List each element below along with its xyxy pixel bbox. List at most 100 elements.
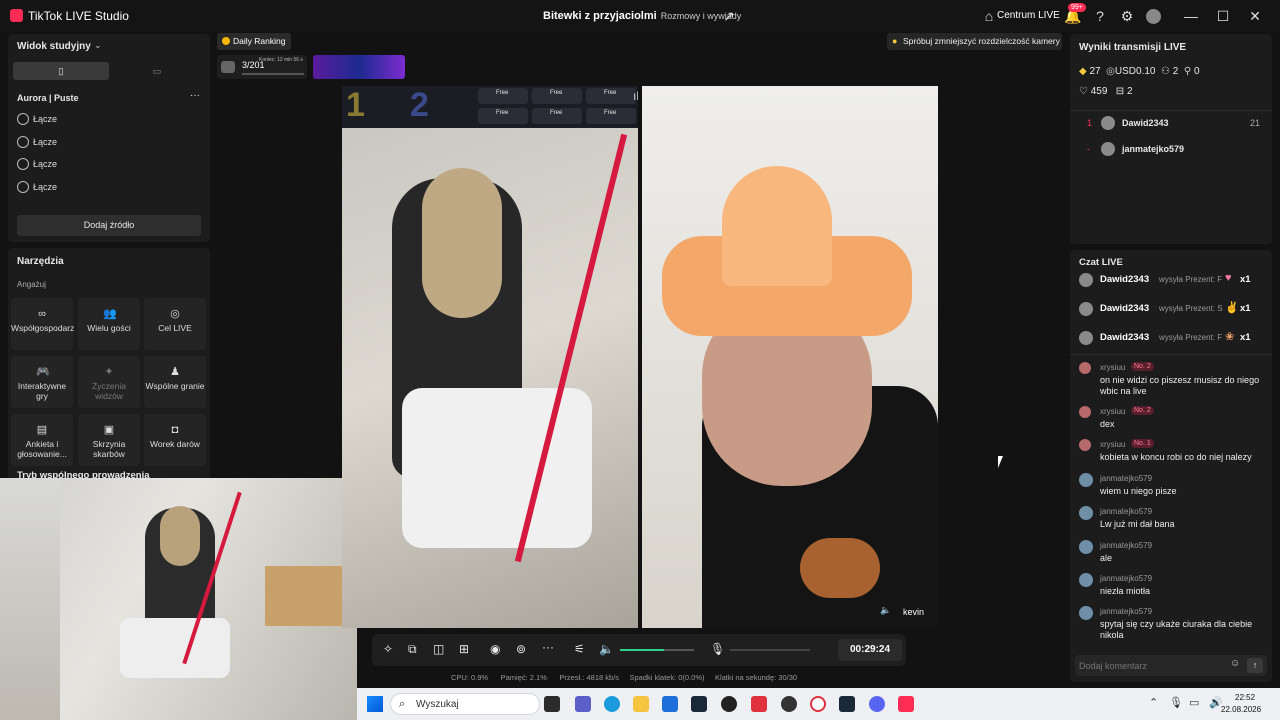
app-icon[interactable] [751, 696, 767, 712]
daily-ranking-button[interactable]: Daily Ranking [217, 33, 291, 50]
wishes-tool[interactable]: ✦ Życzenia widzów [78, 356, 140, 408]
free-slot[interactable]: Free [478, 108, 528, 124]
user-play-icon: ♟ [170, 366, 180, 378]
tiktok-icon[interactable] [898, 696, 914, 712]
send-button[interactable]: ↑ [1247, 658, 1263, 673]
chat-text: Lw już mi dał bana [1100, 519, 1175, 529]
scene-selector[interactable]: Aurora | Puste [17, 93, 79, 103]
clock[interactable]: 22:52 [1235, 693, 1255, 702]
more-icon[interactable]: ··· [542, 640, 554, 654]
live-center-button[interactable]: Centrum LIVE [997, 10, 1060, 21]
app-icon[interactable] [781, 696, 797, 712]
microphone-icon[interactable]: 🎙 [1169, 696, 1183, 709]
steam-icon[interactable] [691, 696, 707, 712]
free-slot[interactable]: Free [586, 88, 636, 104]
speaker-icon[interactable]: 🔈 [599, 642, 614, 656]
games-tool[interactable]: 🎮 Interaktywne gry [11, 356, 73, 408]
chat-text: niezła miotła [1100, 586, 1151, 596]
tool-label: Ankieta i głosowanie... [17, 439, 67, 459]
teams-icon[interactable] [575, 696, 591, 712]
home-icon[interactable]: ⌂ [980, 7, 998, 25]
free-slot[interactable]: Free [586, 108, 636, 124]
magic-wand-icon[interactable]: ✧ [383, 642, 393, 656]
treasure-tool[interactable]: ▣ Skrzynia skarbów [78, 414, 140, 466]
live-goal-tool[interactable]: ◎ Cel LIVE [144, 298, 206, 350]
stabilize-icon[interactable]: ⊚ [516, 642, 526, 656]
bag-icon: ◘ [171, 424, 179, 436]
landscape-tab[interactable]: ▭ [109, 62, 205, 80]
free-label: Free [550, 110, 563, 116]
stream-title[interactable]: Bitewki z przyjaciolmi Rozmowy i wywiady [543, 10, 741, 22]
speaker-icon[interactable]: 🔈 [880, 605, 891, 616]
co-play-tool[interactable]: ♟ Wspólne granie [144, 356, 206, 408]
viewers-icon: ⚇ [1161, 66, 1171, 77]
chevron-down-icon[interactable]: ⌄ [94, 40, 102, 51]
chat-text: kobieta w koncu robi co do niej nalezy [1100, 452, 1252, 462]
portrait-tab[interactable]: ▯ [13, 62, 109, 80]
hint-banner[interactable]: ● Spróbuj zmniejszyć rozdzielczość kamer… [887, 33, 1062, 50]
store-icon[interactable] [662, 696, 678, 712]
search-placeholder: Wyszukaj [416, 699, 459, 710]
ranking-row[interactable]: 1 Dawid2343 21 [1087, 116, 1267, 132]
task-view-icon[interactable] [544, 696, 560, 712]
free-slot[interactable]: Free [478, 88, 528, 104]
share-icon[interactable]: ↗ [720, 7, 738, 25]
app-icon[interactable] [721, 696, 737, 712]
volume-slider[interactable] [620, 649, 694, 651]
gear-icon[interactable]: ⚙ [1118, 7, 1136, 25]
network-icon[interactable]: ▭ [1189, 696, 1199, 709]
rank-widget[interactable]: 3/201 Koniec: 12 min 56 s [217, 55, 307, 79]
maximize-icon[interactable]: ☐ [1214, 7, 1232, 25]
more-icon[interactable]: ··· [190, 90, 200, 101]
microphone-icon[interactable]: 🎙 [710, 642, 725, 656]
multi-guest-tool[interactable]: 👥 Wielu gości [78, 298, 140, 350]
hair-shape [160, 506, 200, 566]
gift-message: Dawid2343 wysyła Prezent: F ♥ x1 [1079, 272, 1269, 287]
cpu-stat: CPU: 0.9% [451, 673, 489, 682]
discord-icon[interactable] [869, 696, 885, 712]
taskbar-search[interactable]: ⌕ Wyszukaj [390, 693, 540, 715]
record-icon[interactable]: ◉ [490, 642, 500, 656]
avatar [1079, 606, 1093, 620]
chat-text: spytaj się czy ukaże ciuraka dla ciebie … [1100, 619, 1253, 640]
windows-start-icon[interactable] [367, 696, 383, 712]
rank-badge: No. 1 [1131, 439, 1154, 448]
event-banner[interactable] [313, 55, 405, 79]
tool-label: Wielu gości [87, 323, 131, 333]
view-selector[interactable]: Widok studyjny [17, 41, 91, 52]
camera-icon[interactable]: ◫ [433, 642, 444, 656]
opera-icon[interactable] [810, 696, 826, 712]
add-source-button[interactable]: Dodaj źródło [17, 215, 201, 236]
settings-sliders-icon[interactable]: ⚟ [574, 642, 585, 656]
steam-icon[interactable] [839, 696, 855, 712]
cohost-tool[interactable]: ∞ Współgospodarz [11, 298, 74, 350]
chevron-up-icon[interactable]: ⌃ [1149, 696, 1158, 709]
emoji-icon[interactable]: ☺ [1230, 658, 1240, 669]
gift-bag-tool[interactable]: ◘ Worek darów [144, 414, 206, 466]
poll-tool[interactable]: ▤ Ankieta i głosowanie... [11, 414, 73, 466]
left-video [342, 128, 638, 628]
source-label: Łącze [33, 182, 58, 192]
free-slot[interactable]: Free [532, 88, 582, 104]
avatar [1079, 439, 1091, 451]
search-icon: ⌕ [399, 698, 406, 710]
avatar [1079, 362, 1091, 374]
folder-icon[interactable] [633, 696, 649, 712]
minimize-icon[interactable]: — [1182, 7, 1200, 25]
add-scene-icon[interactable]: ⊞ [459, 642, 469, 656]
free-slot[interactable]: Free [532, 108, 582, 124]
bitrate-stat: Przesł.: 4818 kb/s [559, 673, 620, 682]
comment-input[interactable] [1079, 657, 1224, 674]
help-icon[interactable]: ? [1091, 7, 1109, 25]
clock-date: 22.08.2026 [1221, 705, 1262, 714]
globe-icon [17, 181, 29, 193]
edge-icon[interactable] [604, 696, 620, 712]
camera-preview [0, 478, 357, 720]
close-icon[interactable]: ✕ [1246, 7, 1264, 25]
mic-slider[interactable] [730, 649, 810, 651]
ranking-row[interactable]: - janmatejko579 [1087, 142, 1267, 158]
stream-title-text: Bitewki z przyjaciolmi [543, 10, 657, 22]
source-label: Łącze [33, 114, 58, 124]
avatar[interactable] [1146, 9, 1161, 24]
screen-share-icon[interactable]: ⧉ [408, 642, 417, 657]
